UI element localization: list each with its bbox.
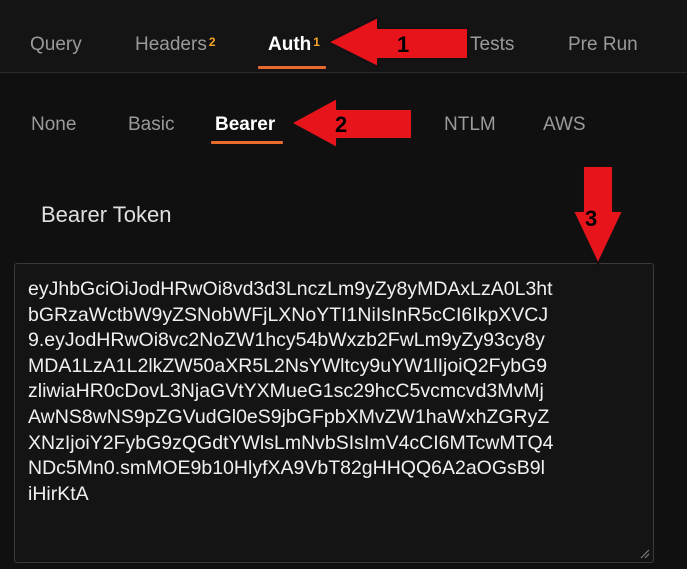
bearer-token-value[interactable]: eyJhbGciOiJodHRwOi8vd3d3LnczLm9yZy8yMDAx… [28,277,648,507]
tab-auth-active-indicator [258,66,326,69]
annotation-label-3: 3 [585,206,597,231]
token-line: iHirKtA [28,482,89,505]
annotation-arrow-1-icon: 1 [327,16,469,68]
token-line: NDc5Mn0.smMOE9b10HlyfXA9VbT82gHHQQ6A2aOG… [28,457,545,480]
auth-type-aws[interactable]: AWS [543,113,586,137]
tab-headers-badge: 2 [208,35,216,49]
tab-query-label: Query [30,34,82,55]
auth-type-bearer-indicator [211,141,283,144]
token-line: eyJhbGciOiJodHRwOi8vd3d3LnczLm9yZy8yMDAx… [28,278,553,300]
token-line: MDA1LzA1L2lkZW50aXR5L2NsYWltcy9uYW1lIjoi… [28,354,548,377]
token-line: bGRzaWctbW9yZSNobWFjLXNoYTI1NiIsInR5cCI6… [28,303,549,326]
auth-type-basic[interactable]: Basic [128,113,174,137]
tab-auth-label: Auth [268,34,312,55]
annotation-label-1: 1 [397,32,409,57]
token-line: AwNS8wNS9pZGVudGl0eS9jbGFpbXMvZW1haWxhZG… [28,405,550,428]
bearer-token-label: Bearer Token [41,202,172,227]
tab-tests[interactable]: Tests [470,33,514,57]
auth-type-none[interactable]: None [31,113,76,137]
token-line: XNzIjoiY2FybG9zQGdtYWlsLmNvbSIsImV4cCI6M… [28,431,554,454]
tab-headers[interactable]: Headers 2 [135,33,216,57]
tab-pre-run-label: Pre Run [568,34,638,55]
tab-pre-run[interactable]: Pre Run [568,33,638,57]
token-line: 9.eyJodHRwOi8vc2NoZW1hcy54bWxzb2FwLm9yZy… [28,329,545,352]
annotation-label-2: 2 [335,112,347,137]
tab-auth[interactable]: Auth 1 [268,33,320,57]
auth-type-bearer[interactable]: Bearer [215,113,275,137]
tab-tests-label: Tests [470,34,515,55]
tab-auth-badge: 1 [313,35,320,49]
tab-headers-label: Headers [135,34,207,55]
tab-query[interactable]: Query [30,33,82,57]
annotation-arrow-3-icon: 3 [572,165,624,265]
auth-type-ntlm[interactable]: NTLM [444,113,496,137]
token-line: zliwiaHR0cDovL3NjaGVtYXMueG1sc29hcC5vcmc… [28,380,544,403]
annotation-arrow-2-icon: 2 [290,97,413,149]
resize-handle-icon[interactable] [638,547,650,559]
